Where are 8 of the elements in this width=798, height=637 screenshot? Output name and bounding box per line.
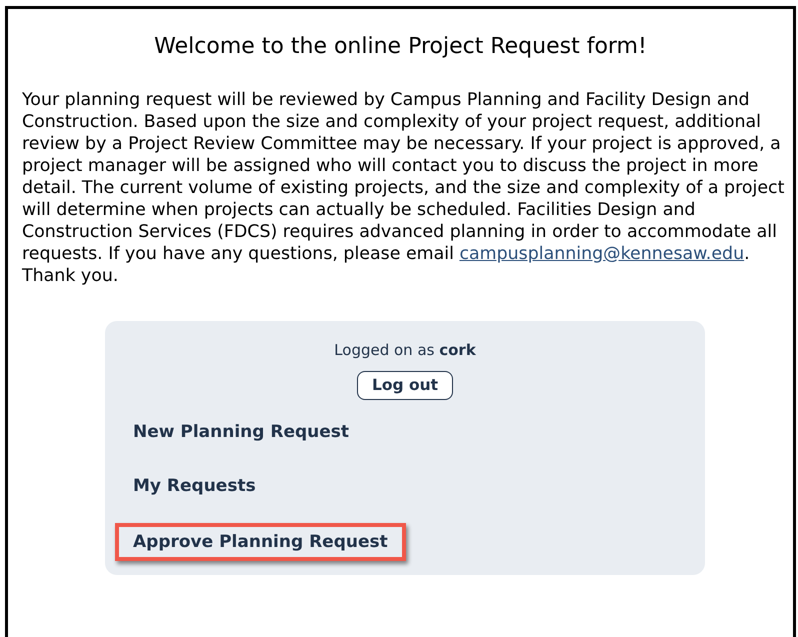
page-title: Welcome to the online Project Request form! bbox=[154, 33, 647, 61]
intro-paragraph: Your planning request will be reviewed by Campus Planning and Facility Design and Construction. Based upon the size and complexity of your project request, additional review by a Project Review Committee may be necessary. If your project is approved, a project manager will be assigned who will contact you to discuss the project in more detail. The current volume of existing projects, and the size and complexity of a project will determine when projects can actually be scheduled. Facilities Design and Construction Services (FDCS) requires advanced planning in order to accommodate all requests. If you have any questions, please email campusplanning@kennesaw.edu. Thank you. bbox=[22, 89, 786, 287]
logout-button[interactable]: Log out bbox=[356, 370, 454, 400]
menu-link[interactable]: New Planning Request bbox=[133, 420, 350, 443]
menu-link[interactable]: My Requests bbox=[133, 474, 256, 497]
login-status: Logged on as cork bbox=[334, 340, 476, 361]
menu-link[interactable]: Approve Planning Request bbox=[133, 530, 388, 553]
email-link[interactable]: campusplanning@kennesaw.edu bbox=[459, 244, 744, 264]
